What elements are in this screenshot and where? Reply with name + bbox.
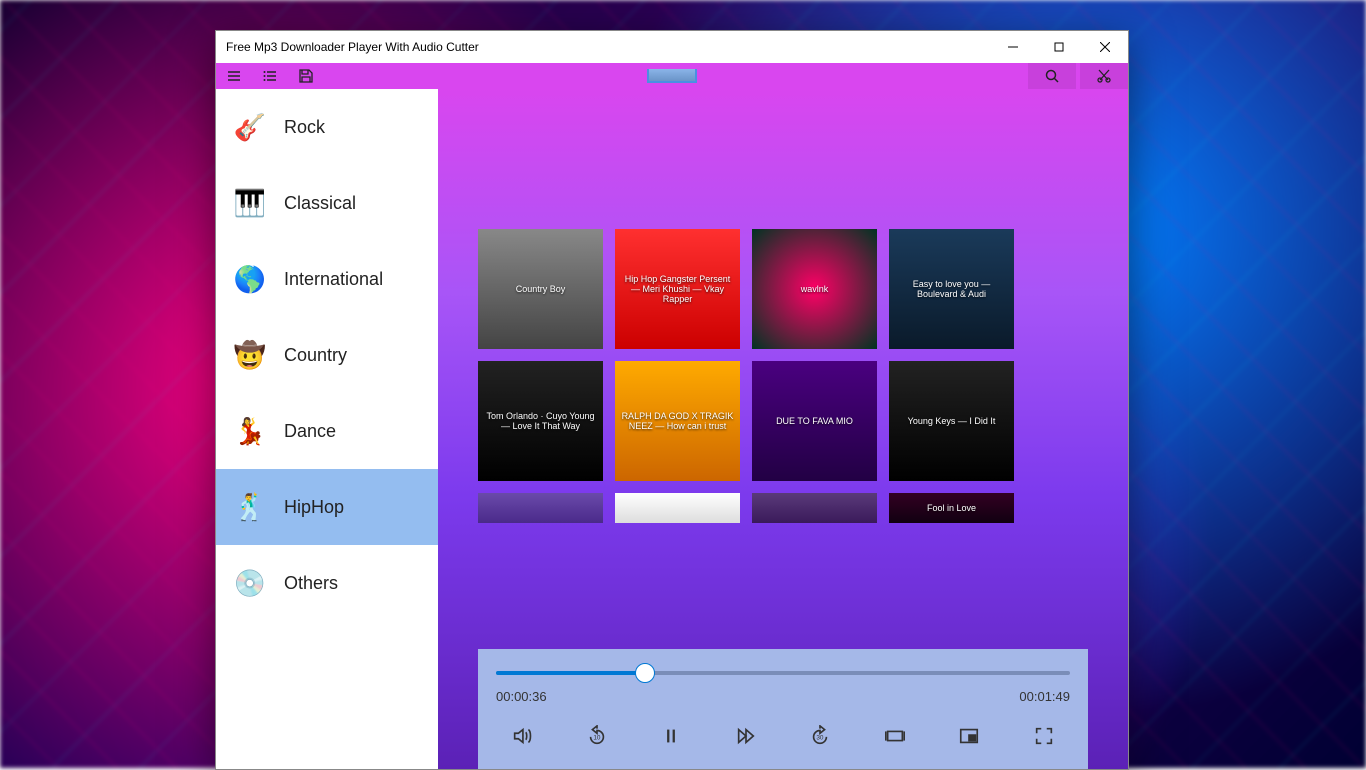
- album-cover[interactable]: [615, 493, 740, 523]
- album-title: Easy to love you — Boulevard & Audi: [889, 275, 1014, 303]
- album-cover[interactable]: RALPH DA GOD X TRAGIK NEEZ — How can i t…: [615, 361, 740, 481]
- cutter-button[interactable]: [1080, 63, 1128, 89]
- album-cover[interactable]: wavlnk: [752, 229, 877, 349]
- international-icon: 🌎: [234, 263, 266, 295]
- maximize-button[interactable]: [1036, 31, 1082, 63]
- search-button[interactable]: [1028, 63, 1076, 89]
- pause-button[interactable]: [653, 718, 689, 754]
- dance-icon: 💃: [234, 415, 266, 447]
- aspect-ratio-button[interactable]: [877, 718, 913, 754]
- album-title: wavlnk: [797, 280, 833, 298]
- album-title: DUE TO FAVA MIO: [772, 412, 857, 430]
- album-cover[interactable]: [752, 493, 877, 523]
- app-body: 🎸 Rock 🎹 Classical 🌎 International 🤠 Country 💃 Da…: [216, 89, 1128, 769]
- minimize-button[interactable]: [990, 31, 1036, 63]
- album-cover[interactable]: Country Boy: [478, 229, 603, 349]
- rewind-10-button[interactable]: 10: [579, 718, 615, 754]
- sidebar-item-hiphop[interactable]: 🕺 HipHop: [216, 469, 438, 545]
- current-time: 00:00:36: [496, 689, 547, 704]
- sidebar-item-dance[interactable]: 💃 Dance: [216, 393, 438, 469]
- album-grid: Country Boy Hip Hop Gangster Persent — Me…: [438, 89, 1128, 543]
- album-cover[interactable]: Young Keys — I Did It: [889, 361, 1014, 481]
- app-window: Free Mp3 Downloader Player With Audio Cu…: [215, 30, 1129, 770]
- fullscreen-button[interactable]: [1026, 718, 1062, 754]
- album-title: Tom Orlando · Cuyo Young — Love It That …: [478, 407, 603, 435]
- sidebar-item-others[interactable]: 💿 Others: [216, 545, 438, 621]
- mini-player-button[interactable]: [951, 718, 987, 754]
- main-content: Country Boy Hip Hop Gangster Persent — Me…: [438, 89, 1128, 769]
- album-cover[interactable]: Easy to love you — Boulevard & Audi: [889, 229, 1014, 349]
- progress-slider[interactable]: [496, 661, 1070, 685]
- hiphop-icon: 🕺: [234, 491, 266, 523]
- toolbar: [216, 63, 1128, 89]
- forward-30-button[interactable]: 30: [802, 718, 838, 754]
- titlebar: Free Mp3 Downloader Player With Audio Cu…: [216, 31, 1128, 63]
- album-cover[interactable]: DUE TO FAVA MIO: [752, 361, 877, 481]
- close-button[interactable]: [1082, 31, 1128, 63]
- album-cover[interactable]: Tom Orlando · Cuyo Young — Love It That …: [478, 361, 603, 481]
- sidebar-item-label: Rock: [284, 117, 325, 138]
- svg-text:30: 30: [817, 735, 825, 742]
- sidebar-item-label: Others: [284, 573, 338, 594]
- player-bar: 00:00:36 00:01:49 10: [478, 649, 1088, 769]
- album-title: Fool in Love: [923, 499, 980, 517]
- playlist-button[interactable]: [252, 63, 288, 89]
- rock-icon: 🎸: [234, 111, 266, 143]
- album-cover[interactable]: Fool in Love: [889, 493, 1014, 523]
- sidebar-item-label: Classical: [284, 193, 356, 214]
- album-title: Country Boy: [512, 280, 570, 298]
- total-time: 00:01:49: [1019, 689, 1070, 704]
- album-cover[interactable]: [478, 493, 603, 523]
- sidebar-item-country[interactable]: 🤠 Country: [216, 317, 438, 393]
- window-controls: [990, 31, 1128, 63]
- classical-icon: 🎹: [234, 187, 266, 219]
- album-title: RALPH DA GOD X TRAGIK NEEZ — How can i t…: [615, 407, 740, 435]
- country-icon: 🤠: [234, 339, 266, 371]
- others-icon: 💿: [234, 567, 266, 599]
- sidebar-item-label: HipHop: [284, 497, 344, 518]
- progress-thumb[interactable]: [635, 663, 655, 683]
- album-title: Hip Hop Gangster Persent — Meri Khushi —…: [615, 270, 740, 308]
- window-title: Free Mp3 Downloader Player With Audio Cu…: [226, 40, 479, 54]
- fast-forward-button[interactable]: [728, 718, 764, 754]
- sidebar-item-classical[interactable]: 🎹 Classical: [216, 165, 438, 241]
- sidebar-item-international[interactable]: 🌎 International: [216, 241, 438, 317]
- sidebar-item-rock[interactable]: 🎸 Rock: [216, 89, 438, 165]
- drag-handle[interactable]: [647, 69, 697, 83]
- save-button[interactable]: [288, 63, 324, 89]
- svg-text:10: 10: [593, 735, 601, 742]
- hamburger-menu-button[interactable]: [216, 63, 252, 89]
- album-title: Young Keys — I Did It: [904, 412, 1000, 430]
- sidebar-item-label: Country: [284, 345, 347, 366]
- genre-sidebar: 🎸 Rock 🎹 Classical 🌎 International 🤠 Country 💃 Da…: [216, 89, 438, 769]
- sidebar-item-label: International: [284, 269, 383, 290]
- album-cover[interactable]: Hip Hop Gangster Persent — Meri Khushi —…: [615, 229, 740, 349]
- volume-button[interactable]: [504, 718, 540, 754]
- sidebar-item-label: Dance: [284, 421, 336, 442]
